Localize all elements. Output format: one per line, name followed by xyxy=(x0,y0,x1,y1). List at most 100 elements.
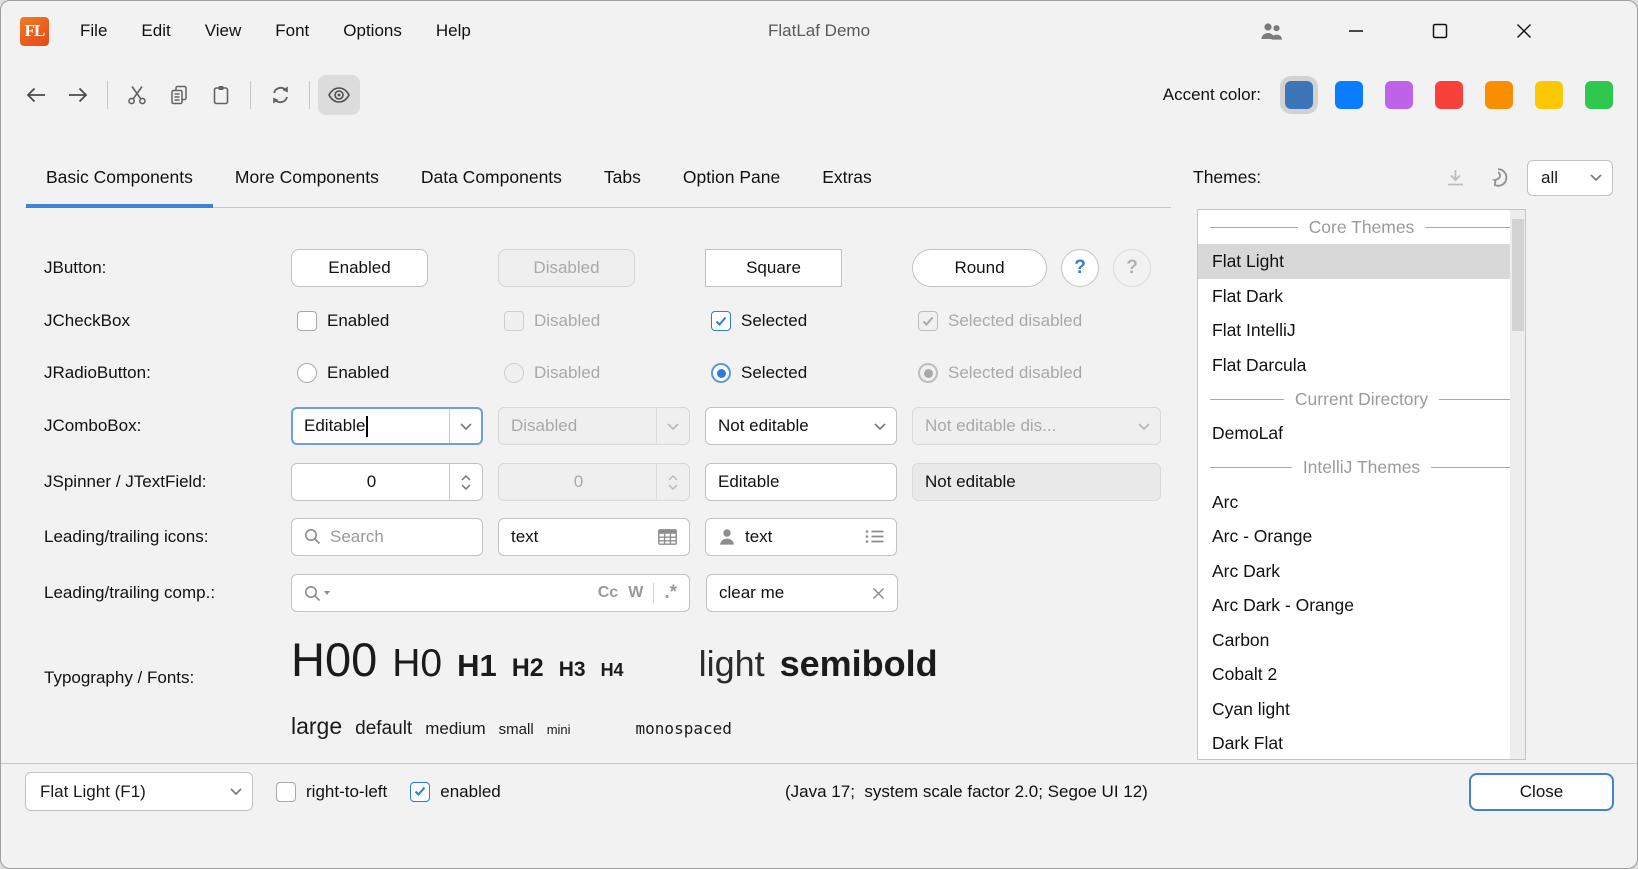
search-menu-icon[interactable] xyxy=(304,585,330,602)
cut-icon[interactable] xyxy=(116,75,158,115)
menu-item[interactable]: Help xyxy=(419,15,488,47)
checkbox-enabled[interactable] xyxy=(297,311,317,331)
themes-label: Themes: xyxy=(1193,167,1261,188)
accent-color-swatch[interactable] xyxy=(1585,81,1613,109)
radio-selected[interactable] xyxy=(711,363,731,383)
maximize-button[interactable] xyxy=(1417,14,1463,48)
close-button[interactable]: Close xyxy=(1469,773,1614,811)
users-icon[interactable] xyxy=(1249,14,1295,48)
regex-button[interactable]: .* xyxy=(664,582,677,604)
scrollbar-thumb[interactable] xyxy=(1512,219,1524,331)
window-title: FlatLaf Demo xyxy=(768,21,870,41)
forward-icon[interactable] xyxy=(57,75,99,115)
theme-list-item[interactable]: Arc xyxy=(1198,485,1525,520)
spinner-value: 0 xyxy=(367,472,386,492)
tab[interactable]: More Components xyxy=(214,147,400,207)
table-icon[interactable] xyxy=(658,529,677,545)
accent-color-swatch[interactable] xyxy=(1385,81,1413,109)
right-to-left-checkbox[interactable] xyxy=(276,782,296,802)
back-icon[interactable] xyxy=(15,75,57,115)
theme-group-separator: Current Directory xyxy=(1198,382,1525,416)
square-button[interactable]: Square xyxy=(705,249,842,287)
combobox-not-editable-value: Not editable xyxy=(718,416,809,436)
chevron-down-icon[interactable] xyxy=(449,409,482,443)
clearable-text-field[interactable]: clear me xyxy=(706,574,898,612)
text-caret xyxy=(366,416,368,437)
theme-list-item[interactable]: Carbon xyxy=(1198,623,1525,658)
combobox-editable[interactable]: Editable xyxy=(291,407,483,445)
theme-list-item[interactable]: Flat Light xyxy=(1198,244,1525,279)
tab-strip: Basic ComponentsMore ComponentsData Comp… xyxy=(25,147,1171,208)
enabled-checkbox[interactable] xyxy=(410,782,430,802)
tab[interactable]: Extras xyxy=(801,147,893,207)
search-icon xyxy=(304,528,321,545)
close-button-window[interactable] xyxy=(1501,14,1547,48)
themes-list: Core ThemesFlat LightFlat DarkFlat Intel… xyxy=(1197,209,1526,760)
accent-color-swatch[interactable] xyxy=(1535,81,1563,109)
text-value: text xyxy=(745,527,772,547)
chevron-down-icon[interactable] xyxy=(863,408,896,444)
menu-item[interactable]: View xyxy=(188,15,259,47)
help-button[interactable]: ? xyxy=(1061,249,1099,287)
themes-header: Themes: all xyxy=(1193,147,1613,208)
themes-filter-combobox[interactable]: all xyxy=(1527,160,1613,196)
accent-color-swatch[interactable] xyxy=(1285,81,1313,109)
radio-enabled[interactable] xyxy=(297,363,317,383)
text-field-with-table-icon[interactable]: text xyxy=(498,518,690,556)
look-and-feel-combobox[interactable]: Flat Light (F1) xyxy=(25,772,253,811)
accent-color-swatch[interactable] xyxy=(1335,81,1363,109)
tab[interactable]: Tabs xyxy=(583,147,662,207)
refresh-icon[interactable] xyxy=(259,75,301,115)
theme-list-item[interactable]: Flat Dark xyxy=(1198,279,1525,314)
tab[interactable]: Basic Components xyxy=(25,147,214,207)
menu-item[interactable]: Options xyxy=(326,15,419,47)
checkbox-selected[interactable] xyxy=(711,311,731,331)
theme-list-item[interactable]: Dark Flat xyxy=(1198,726,1525,760)
download-icon[interactable] xyxy=(1446,169,1465,186)
accent-color-swatch[interactable] xyxy=(1435,81,1463,109)
enabled-button[interactable]: Enabled xyxy=(291,249,428,287)
text-field-with-person-icon[interactable]: text xyxy=(705,518,897,556)
radio-enabled-label: Enabled xyxy=(327,363,389,383)
typography-headers: H00 H0 H1 H2 H3 H4 light semibold xyxy=(291,632,938,687)
accent-color-swatch[interactable] xyxy=(1485,81,1513,109)
github-icon[interactable] xyxy=(1487,167,1509,189)
theme-list-item[interactable]: Arc Dark xyxy=(1198,554,1525,589)
scrollbar-track[interactable] xyxy=(1510,210,1525,759)
menu-item[interactable]: File xyxy=(63,15,124,47)
theme-list-item[interactable]: Cyan light xyxy=(1198,692,1525,727)
list-icon[interactable] xyxy=(865,529,884,544)
menu-item[interactable]: Font xyxy=(258,15,326,47)
combobox-not-editable[interactable]: Not editable xyxy=(705,407,897,445)
tab[interactable]: Data Components xyxy=(400,147,583,207)
search-field-with-options[interactable]: Cc W .* xyxy=(291,574,690,612)
help-button-disabled: ? xyxy=(1113,249,1151,287)
theme-list-item[interactable]: Flat IntelliJ xyxy=(1198,313,1525,348)
minimize-button[interactable] xyxy=(1333,14,1379,48)
search-field[interactable]: Search xyxy=(291,518,483,556)
clear-icon[interactable] xyxy=(872,587,885,600)
theme-list-item[interactable]: Arc Dark - Orange xyxy=(1198,588,1525,623)
theme-list-item[interactable]: Arc - Orange xyxy=(1198,519,1525,554)
combobox-disabled-value: Disabled xyxy=(511,416,577,436)
theme-list-item[interactable]: DemoLaf xyxy=(1198,416,1525,451)
person-icon xyxy=(718,528,736,545)
titlebar: FL FileEditViewFontOptionsHelp FlatLaf D… xyxy=(1,1,1637,61)
show-hover-eye-icon[interactable] xyxy=(318,75,360,115)
spinner-up-down-icons[interactable] xyxy=(449,464,482,500)
copy-icon[interactable] xyxy=(158,75,200,115)
spinner[interactable]: 0 xyxy=(291,463,483,501)
typography-sizes: large default medium small mini monospac… xyxy=(291,713,732,740)
tab[interactable]: Option Pane xyxy=(662,147,801,207)
theme-list-item[interactable]: Cobalt 2 xyxy=(1198,657,1525,692)
menu-item[interactable]: Edit xyxy=(124,15,187,47)
match-case-button[interactable]: Cc xyxy=(598,584,618,602)
theme-list-item[interactable]: Flat Darcula xyxy=(1198,348,1525,383)
h2-sample: H2 xyxy=(512,654,544,683)
paste-icon[interactable] xyxy=(200,75,242,115)
leading-icons-label: Leading/trailing icons: xyxy=(44,527,208,547)
textfield-editable[interactable]: Editable xyxy=(705,463,897,501)
round-button[interactable]: Round xyxy=(912,249,1047,287)
whole-word-button[interactable]: W xyxy=(628,584,643,602)
leading-comp-label: Leading/trailing comp.: xyxy=(44,583,215,603)
